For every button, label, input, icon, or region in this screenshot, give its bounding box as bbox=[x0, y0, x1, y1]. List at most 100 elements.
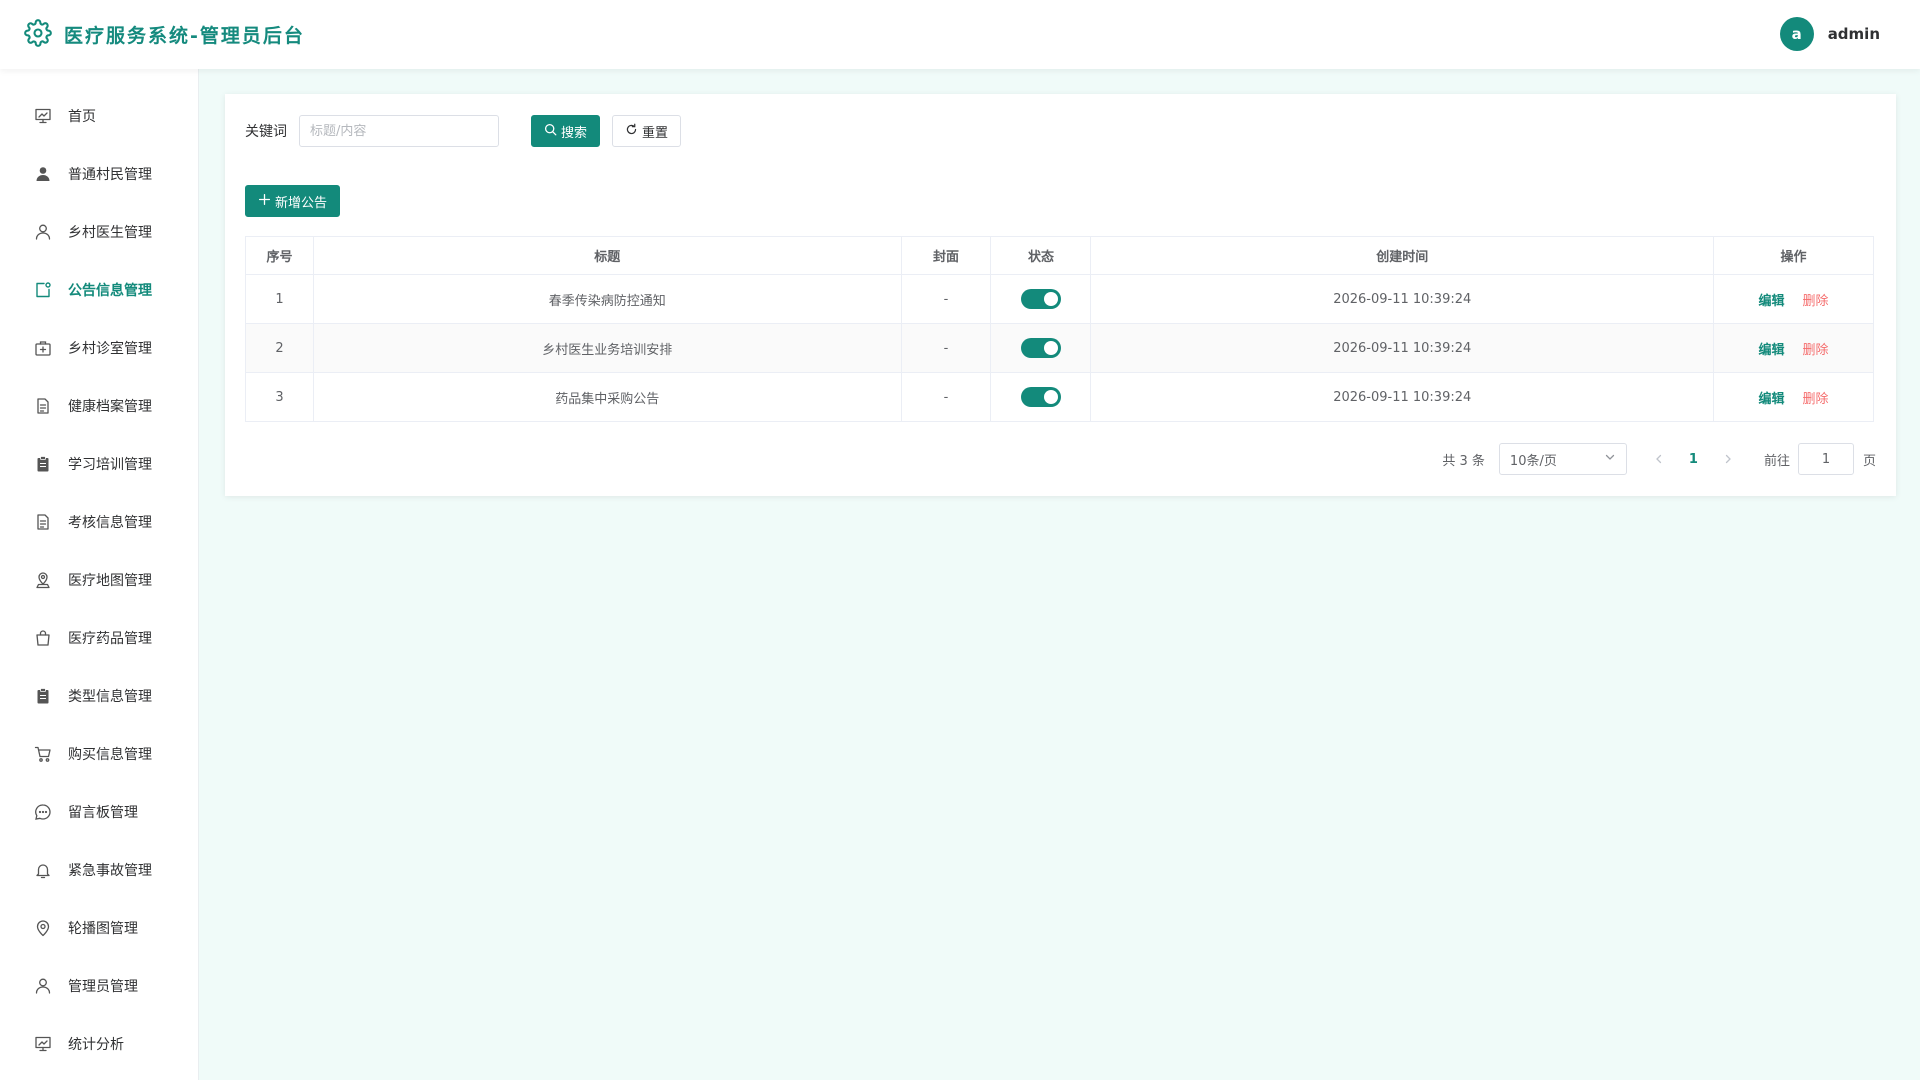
sidebar-item-3[interactable]: 公告信息管理 bbox=[0, 261, 198, 319]
sidebar-item-1[interactable]: 普通村民管理 bbox=[0, 145, 198, 203]
row-created: 2026-09-11 10:39:24 bbox=[1090, 372, 1715, 422]
gear-icon bbox=[24, 18, 52, 51]
sidebar-item-4[interactable]: 乡村诊室管理 bbox=[0, 319, 198, 377]
sidebar-item-label: 购买信息管理 bbox=[68, 747, 152, 763]
pagination: 共 3 条 10条/页 1 前往 页 bbox=[1442, 443, 1876, 475]
sidebar-item-14[interactable]: 轮播图管理 bbox=[0, 899, 198, 957]
chevron-left-icon bbox=[1656, 454, 1662, 464]
top-header: 医疗服务系统-管理员后台 a admin bbox=[0, 0, 1920, 69]
column-header-title[interactable]: 标题 bbox=[312, 236, 902, 275]
page-number-1[interactable]: 1 bbox=[1689, 452, 1698, 467]
search-icon bbox=[544, 123, 557, 140]
user-icon bbox=[34, 977, 52, 995]
column-header-index[interactable]: 序号 bbox=[245, 236, 314, 275]
sidebar-item-12[interactable]: 留言板管理 bbox=[0, 783, 198, 841]
map-location-icon bbox=[34, 571, 52, 589]
delete-button[interactable]: 删除 bbox=[1803, 343, 1829, 358]
sidebar-item-8[interactable]: 医疗地图管理 bbox=[0, 551, 198, 609]
row-index: 2 bbox=[245, 323, 314, 373]
sidebar-item-label: 医疗地图管理 bbox=[68, 573, 152, 589]
column-header-cover[interactable]: 封面 bbox=[900, 236, 992, 275]
table-row: 2 乡村医生业务培训安排 - 2026-09-11 10:39:24 编辑 删除 bbox=[245, 323, 1874, 373]
prev-page-button[interactable] bbox=[1653, 453, 1665, 465]
page-size-value: 10条/页 bbox=[1509, 453, 1557, 469]
column-header-created[interactable]: 创建时间 bbox=[1090, 236, 1715, 275]
goto-page-input[interactable] bbox=[1797, 443, 1854, 475]
next-page-button[interactable] bbox=[1722, 453, 1734, 465]
sidebar-item-7[interactable]: 考核信息管理 bbox=[0, 493, 198, 551]
sidebar-item-10[interactable]: 类型信息管理 bbox=[0, 667, 198, 725]
column-header-actions[interactable]: 操作 bbox=[1713, 236, 1874, 275]
location-icon bbox=[34, 919, 52, 937]
sidebar-item-13[interactable]: 紧急事故管理 bbox=[0, 841, 198, 899]
avatar[interactable]: a bbox=[1779, 17, 1814, 51]
sidebar-item-label: 健康档案管理 bbox=[68, 399, 152, 415]
column-header-status[interactable]: 状态 bbox=[990, 236, 1092, 275]
clipboard-icon bbox=[34, 687, 52, 705]
row-cover: - bbox=[900, 372, 992, 422]
status-toggle[interactable] bbox=[1020, 289, 1061, 309]
shopping-bag-icon bbox=[34, 629, 52, 647]
row-actions: 编辑 删除 bbox=[1713, 323, 1874, 373]
edit-button[interactable]: 编辑 bbox=[1759, 294, 1785, 309]
dashboard-icon bbox=[34, 1035, 52, 1053]
user-icon bbox=[34, 223, 52, 241]
sidebar-item-0[interactable]: 首页 bbox=[0, 87, 198, 145]
goto-suffix: 页 bbox=[1862, 453, 1876, 469]
pagination-total: 共 3 条 bbox=[1442, 453, 1485, 469]
document-icon bbox=[34, 513, 52, 531]
dashboard-icon bbox=[34, 107, 52, 125]
sidebar-item-2[interactable]: 乡村医生管理 bbox=[0, 203, 198, 261]
row-title: 乡村医生业务培训安排 bbox=[312, 323, 902, 373]
row-status bbox=[990, 323, 1092, 373]
sidebar-item-16[interactable]: 统计分析 bbox=[0, 1015, 198, 1073]
sidebar-item-label: 普通村民管理 bbox=[68, 167, 152, 183]
shopping-cart-icon bbox=[34, 745, 52, 763]
edit-button[interactable]: 编辑 bbox=[1759, 343, 1785, 358]
delete-button[interactable]: 删除 bbox=[1803, 392, 1829, 407]
toggle-knob bbox=[1043, 390, 1058, 404]
sidebar-item-label: 考核信息管理 bbox=[68, 515, 152, 531]
search-button[interactable]: 搜索 bbox=[531, 115, 601, 147]
sidebar-item-15[interactable]: 管理员管理 bbox=[0, 957, 198, 1015]
user-filled-icon bbox=[34, 165, 52, 183]
goto-label: 前往 bbox=[1763, 453, 1790, 469]
plus-icon bbox=[258, 193, 271, 210]
notice-icon bbox=[34, 281, 52, 299]
edit-button[interactable]: 编辑 bbox=[1759, 392, 1785, 407]
sidebar-item-label: 统计分析 bbox=[68, 1037, 124, 1053]
status-toggle[interactable] bbox=[1020, 387, 1061, 407]
content-card: 关键词 搜索 重置 新增公告 序号 标题 封 bbox=[225, 94, 1896, 496]
sidebar: 首页普通村民管理乡村医生管理 公告信息管理 乡村诊室管理健康档案管理学习培训管理考核… bbox=[0, 69, 199, 1080]
chevron-down-icon bbox=[1604, 451, 1616, 467]
sidebar-item-label: 轮播图管理 bbox=[68, 921, 138, 937]
delete-button[interactable]: 删除 bbox=[1803, 294, 1829, 309]
table-header-row: 序号 标题 封面 状态 创建时间 操作 bbox=[245, 236, 1874, 275]
row-title: 春季传染病防控通知 bbox=[312, 274, 902, 324]
row-actions: 编辑 删除 bbox=[1713, 372, 1874, 422]
user-menu[interactable]: a admin bbox=[1779, 17, 1880, 51]
keyword-input[interactable] bbox=[299, 115, 499, 147]
chat-icon bbox=[34, 803, 52, 821]
reset-button[interactable]: 重置 bbox=[612, 115, 682, 147]
row-status bbox=[990, 274, 1092, 324]
add-notice-button[interactable]: 新增公告 bbox=[245, 185, 341, 217]
app-title: 医疗服务系统-管理员后台 bbox=[64, 25, 305, 47]
reset-button-label: 重置 bbox=[642, 125, 669, 141]
sidebar-item-5[interactable]: 健康档案管理 bbox=[0, 377, 198, 435]
page-size-select[interactable]: 10条/页 bbox=[1498, 443, 1627, 475]
row-cover: - bbox=[900, 274, 992, 324]
sidebar-item-label: 类型信息管理 bbox=[68, 689, 152, 705]
row-actions: 编辑 删除 bbox=[1713, 274, 1874, 324]
sidebar-item-label: 医疗药品管理 bbox=[68, 631, 152, 647]
chevron-right-icon bbox=[1725, 454, 1731, 464]
sidebar-item-11[interactable]: 购买信息管理 bbox=[0, 725, 198, 783]
status-toggle[interactable] bbox=[1020, 338, 1061, 358]
user-name[interactable]: admin bbox=[1828, 25, 1880, 43]
sidebar-item-6[interactable]: 学习培训管理 bbox=[0, 435, 198, 493]
sidebar-item-9[interactable]: 医疗药品管理 bbox=[0, 609, 198, 667]
row-created: 2026-09-11 10:39:24 bbox=[1090, 274, 1715, 324]
toggle-knob bbox=[1043, 341, 1058, 355]
search-button-label: 搜索 bbox=[561, 125, 588, 141]
clipboard-icon bbox=[34, 455, 52, 473]
